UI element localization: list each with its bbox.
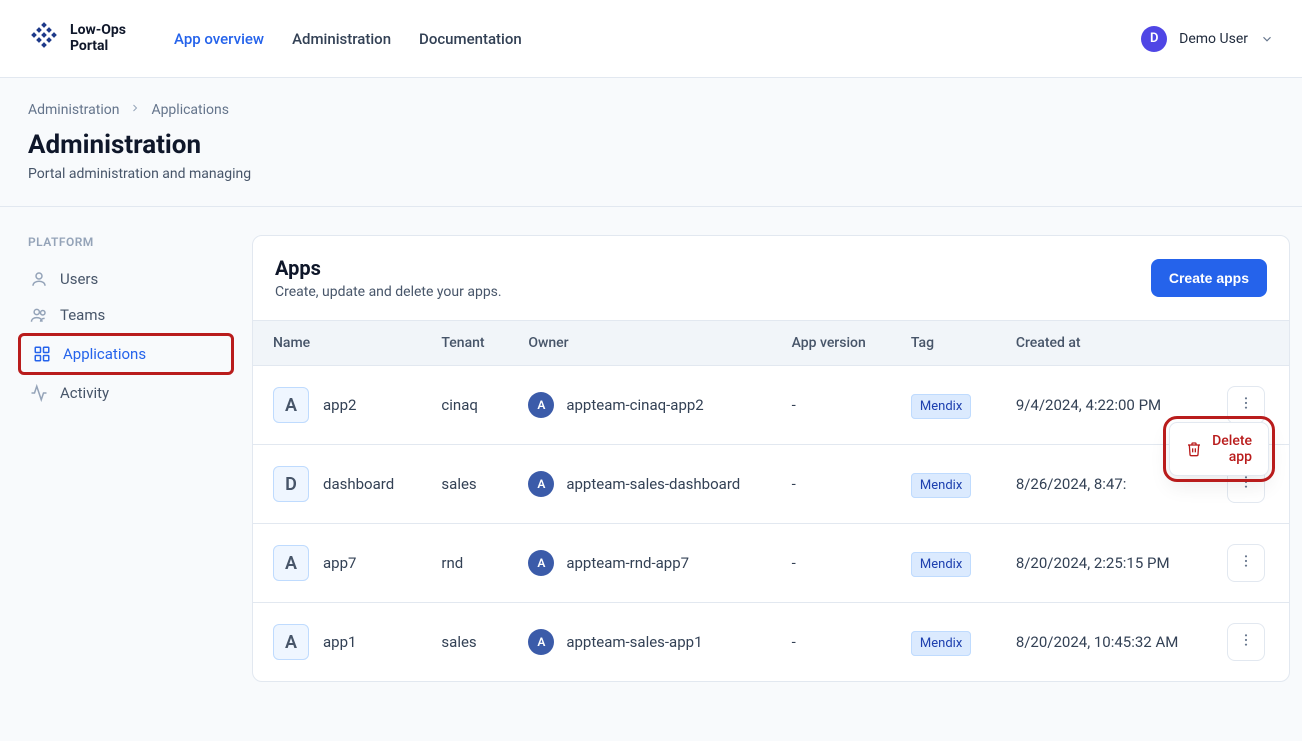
owner-avatar: A [528, 629, 554, 655]
more-vertical-icon [1238, 632, 1254, 652]
owner-avatar: A [528, 550, 554, 576]
apps-table: Name Tenant Owner App version Tag Create… [253, 320, 1289, 681]
col-tenant[interactable]: Tenant [421, 321, 508, 366]
tenant: rnd [421, 524, 508, 603]
sidebar-item-activity[interactable]: Activity [18, 375, 234, 411]
sidebar-item-users[interactable]: Users [18, 261, 234, 297]
table-row[interactable]: A app7 rnd A appteam-rnd-app7 - [253, 524, 1289, 603]
tag-badge: Mendix [911, 552, 971, 577]
user-name: Demo User [1179, 31, 1248, 47]
app-name: app1 [323, 633, 356, 651]
row-actions-menu: Delete app [1169, 422, 1269, 476]
card-subtitle: Create, update and delete your apps. [275, 284, 502, 300]
tenant: sales [421, 603, 508, 682]
tag-badge: Mendix [911, 473, 971, 498]
app-name: app7 [323, 554, 356, 572]
table-row[interactable]: A app1 sales A appteam-sales-app1 - [253, 603, 1289, 682]
header: Low-Ops Portal App overview Administrati… [0, 0, 1302, 78]
brand-name: Low-Ops Portal [70, 23, 126, 54]
page-subtitle: Portal administration and managing [28, 166, 1274, 182]
row-actions-button[interactable] [1227, 544, 1265, 582]
app-version: - [772, 603, 891, 682]
users-icon [30, 306, 48, 324]
card-title: Apps [275, 256, 502, 280]
app-badge: A [273, 387, 309, 423]
table-row[interactable]: D dashboard sales A appteam-sales-dashbo… [253, 445, 1289, 524]
tag-badge: Mendix [911, 631, 971, 656]
tenant: sales [421, 445, 508, 524]
nav-app-overview[interactable]: App overview [174, 30, 264, 48]
breadcrumb-item[interactable]: Administration [28, 102, 119, 118]
create-apps-button[interactable]: Create apps [1151, 259, 1267, 297]
sidebar-item-label: Applications [63, 345, 146, 363]
table-row[interactable]: A app2 cinaq A appteam-cinaq-app2 - [253, 366, 1289, 445]
owner-name: appteam-cinaq-app2 [566, 396, 703, 414]
app-badge: A [273, 624, 309, 660]
chevron-down-icon [1260, 32, 1274, 46]
user-icon [30, 270, 48, 288]
sidebar-item-label: Users [60, 270, 98, 288]
nav-documentation[interactable]: Documentation [419, 30, 522, 48]
trash-icon [1186, 441, 1202, 457]
owner-avatar: A [528, 471, 554, 497]
col-app-version[interactable]: App version [772, 321, 891, 366]
tag-badge: Mendix [911, 394, 971, 419]
owner-name: appteam-sales-dashboard [566, 475, 740, 493]
breadcrumb: Administration Applications [28, 102, 1274, 118]
tenant: cinaq [421, 366, 508, 445]
sidebar-item-label: Activity [60, 384, 109, 402]
page-header: Administration Applications Administrati… [0, 78, 1302, 207]
breadcrumb-item[interactable]: Applications [151, 102, 229, 118]
app-name: dashboard [323, 475, 394, 493]
user-avatar: D [1141, 26, 1167, 52]
app-version: - [772, 366, 891, 445]
nav-administration[interactable]: Administration [292, 30, 391, 48]
col-created-at[interactable]: Created at [996, 321, 1208, 366]
more-vertical-icon [1238, 395, 1254, 415]
chevron-right-icon [129, 102, 141, 118]
sidebar-item-teams[interactable]: Teams [18, 297, 234, 333]
more-vertical-icon [1238, 553, 1254, 573]
brand-logo[interactable]: Low-Ops Portal [28, 21, 126, 57]
user-menu[interactable]: D Demo User [1141, 26, 1274, 52]
owner-name: appteam-rnd-app7 [566, 554, 689, 572]
row-actions-button[interactable] [1227, 623, 1265, 661]
owner-avatar: A [528, 392, 554, 418]
logo-icon [28, 21, 60, 57]
sidebar-item-label: Teams [60, 306, 105, 324]
activity-icon [30, 384, 48, 402]
app-version: - [772, 445, 891, 524]
created-at: 8/20/2024, 2:25:15 PM [996, 524, 1208, 603]
app-name: app2 [323, 396, 356, 414]
col-owner[interactable]: Owner [508, 321, 771, 366]
app-version: - [772, 524, 891, 603]
created-at: 8/20/2024, 10:45:32 AM [996, 603, 1208, 682]
sidebar-group-label: PLATFORM [18, 235, 234, 249]
content-area: Apps Create, update and delete your apps… [252, 207, 1302, 710]
row-actions-button[interactable] [1227, 386, 1265, 424]
apps-card: Apps Create, update and delete your apps… [252, 235, 1290, 682]
top-nav: App overview Administration Documentatio… [174, 30, 522, 48]
owner-name: appteam-sales-app1 [566, 633, 702, 651]
sidebar: PLATFORM Users Teams Applications [0, 207, 252, 710]
app-badge: A [273, 545, 309, 581]
app-badge: D [273, 466, 309, 502]
col-name[interactable]: Name [253, 321, 421, 366]
sidebar-item-applications[interactable]: Applications [18, 333, 234, 375]
apps-icon [33, 345, 51, 363]
col-tag[interactable]: Tag [891, 321, 996, 366]
page-title: Administration [28, 130, 1274, 160]
more-vertical-icon [1238, 474, 1254, 494]
delete-app-button[interactable]: Delete app [1212, 433, 1252, 465]
